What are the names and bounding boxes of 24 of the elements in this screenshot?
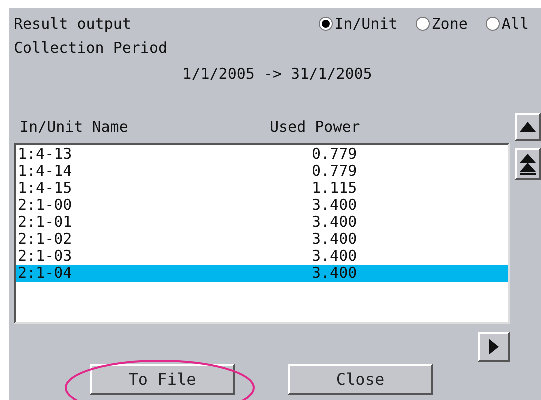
double-up-triangle-icon <box>519 153 537 175</box>
column-header: In/Unit Name <box>20 118 130 136</box>
list-row[interactable]: 2:1-04 3.400 <box>16 265 508 282</box>
dialog-button[interactable]: To File <box>90 364 235 395</box>
list-row[interactable]: 1:4-14 0.779 <box>16 163 508 180</box>
up-triangle-icon <box>519 121 537 133</box>
list-row[interactable]: 2:1-02 3.400 <box>16 231 508 248</box>
list-row[interactable]: 2:1-01 3.400 <box>16 214 508 231</box>
column-header: Used Power <box>270 118 362 136</box>
scroll-up-button[interactable] <box>515 113 541 141</box>
list-row[interactable]: 2:1-00 3.400 <box>16 197 508 214</box>
output-radio-option[interactable]: In/Unit <box>318 15 398 33</box>
period-range: 1/1/2005 -> 31/1/2005 <box>182 65 372 83</box>
list-row[interactable]: 1:4-13 0.779 <box>16 146 508 163</box>
output-radio-option[interactable]: All <box>486 15 529 33</box>
dialog-button[interactable]: Close <box>288 364 433 395</box>
result-output-label: Result output <box>14 15 132 33</box>
list-row[interactable]: 1:4-15 1.115 <box>16 180 508 197</box>
right-triangle-icon <box>488 338 500 356</box>
scroll-right-button[interactable] <box>478 332 510 362</box>
output-radio-option[interactable]: Zone <box>416 15 468 33</box>
scroll-top-button[interactable] <box>515 148 541 180</box>
list-row[interactable]: 2:1-03 3.400 <box>16 248 508 265</box>
collection-period-label: Collection Period <box>14 39 168 57</box>
